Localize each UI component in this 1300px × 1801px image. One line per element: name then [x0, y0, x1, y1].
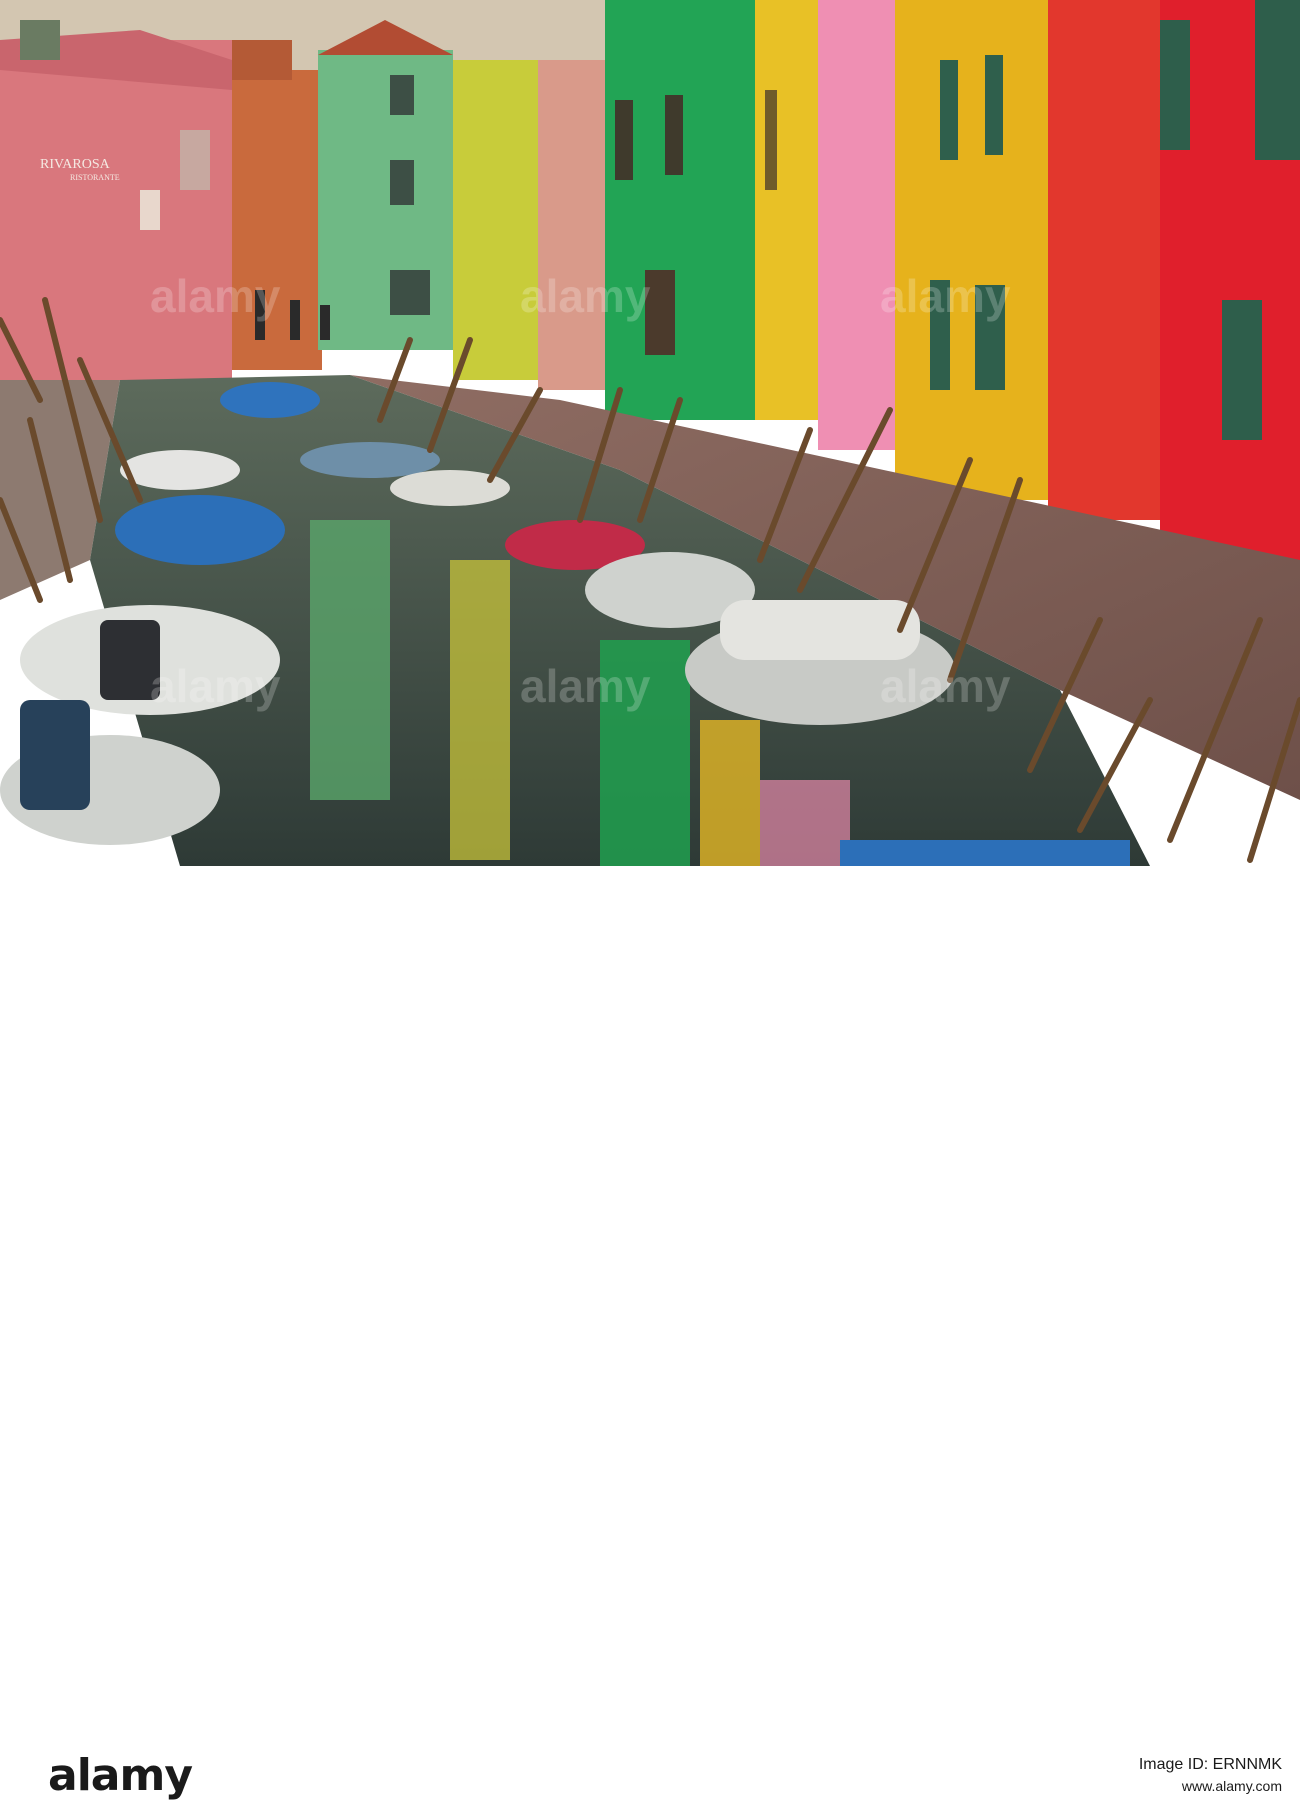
svg-text:alamy: alamy [150, 270, 281, 322]
svg-text:alamy: alamy [880, 660, 1011, 712]
pink-restaurant-building: RIVAROSA RISTORANTE [0, 20, 232, 380]
restaurant-sign-sub: RISTORANTE [70, 173, 120, 182]
svg-text:alamy: alamy [150, 660, 281, 712]
yellow-orange-house [895, 0, 1050, 500]
restaurant-sign: RIVAROSA [40, 157, 111, 172]
alamy-logo[interactable]: alamy [48, 1750, 193, 1801]
yellow-house [755, 0, 820, 420]
green-house-main [605, 0, 755, 420]
salmon-house [538, 60, 608, 390]
alamy-banner: alamy Image ID: ERNNMK www.alamy.com [0, 866, 1300, 1800]
image-id: Image ID: ERNNMK [1138, 1756, 1282, 1773]
canal-photo: RIVAROSA RISTORANTE alamy alamy alamy al… [0, 0, 1300, 866]
orange-building [232, 70, 322, 370]
site-url[interactable]: www.alamy.com [1139, 1778, 1282, 1794]
green-house-back [318, 20, 453, 350]
red-houses [1048, 0, 1300, 570]
svg-text:alamy: alamy [520, 660, 651, 712]
svg-text:alamy: alamy [520, 270, 651, 322]
image-meta: Image ID: ERNNMK www.alamy.com [1139, 1756, 1282, 1794]
lime-house [453, 60, 538, 380]
svg-text:alamy: alamy [880, 270, 1011, 322]
pink-house [818, 0, 898, 450]
alamy-logo-text: alamy [48, 1750, 193, 1801]
